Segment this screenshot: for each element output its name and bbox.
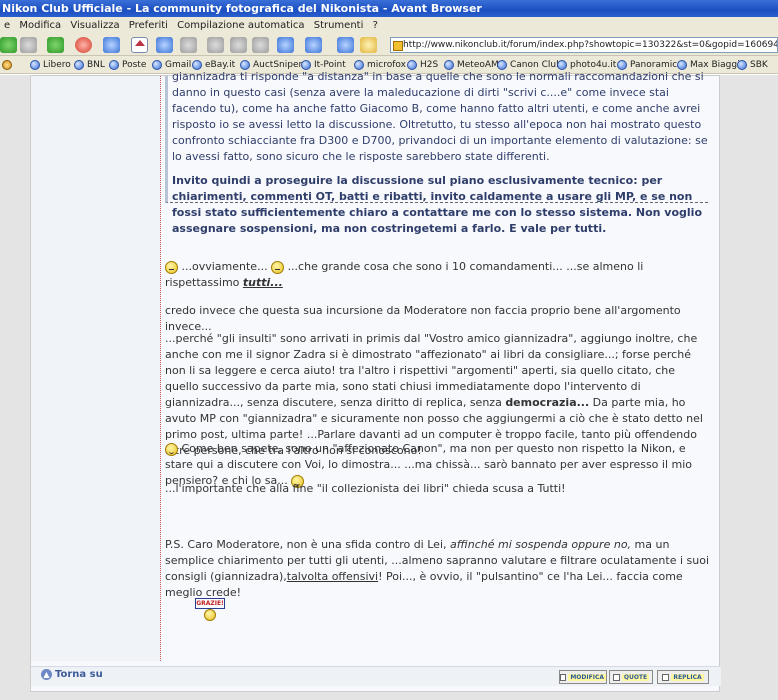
window-title: Nikon Club Ufficiale - La community foto… <box>0 0 778 17</box>
post-ps-italic: affinché mi sospenda oppure no, <box>450 538 632 551</box>
up-icon[interactable] <box>47 37 64 53</box>
reply-icon <box>662 673 670 681</box>
menu-bar: e Modifica Visualizza Preferiti Compilaz… <box>0 17 778 34</box>
post-paragraph-3: ...perché "gli insulti" sono arrivati in… <box>165 331 710 459</box>
resize-icon[interactable] <box>305 37 322 53</box>
post-emphasis-tutti: tutti... <box>242 276 283 289</box>
modifica-button[interactable]: MODIFICA <box>559 670 607 684</box>
forum-post: giannizadra ti risponde "a distanza" in … <box>30 70 721 692</box>
post-ps-text: P.S. Caro Moderatore, non è una sfida co… <box>165 538 447 551</box>
link-icon <box>152 60 162 70</box>
quote-warning: Invito quindi a proseguire la discussion… <box>172 174 703 235</box>
print-preview-icon[interactable] <box>230 37 247 53</box>
home-icon[interactable] <box>131 37 148 53</box>
window-icon[interactable] <box>277 37 294 53</box>
menu-file[interactable]: e <box>4 17 10 34</box>
link-icon <box>737 60 747 70</box>
stop-icon[interactable] <box>75 37 92 53</box>
post-ps: P.S. Caro Moderatore, non è una sfida co… <box>165 537 710 601</box>
grazie-emoticon: GRAZIE! <box>195 598 225 622</box>
moderator-quote: giannizadra ti risponde "a distanza" in … <box>165 70 708 235</box>
post-footer: ▲ Torna su MODIFICA QUOTE REPLICA <box>31 666 721 686</box>
page-icon[interactable] <box>360 37 377 53</box>
links-home-icon[interactable] <box>2 56 15 73</box>
refresh-icon[interactable] <box>103 37 120 53</box>
menu-help[interactable]: ? <box>373 17 378 34</box>
arrow-up-icon: ▲ <box>41 669 52 680</box>
menu-visualizza[interactable]: Visualizza <box>70 17 119 34</box>
page-viewport: giannizadra ti risponde "a distanza" in … <box>0 70 778 700</box>
reply-button[interactable]: REPLICA <box>657 670 709 684</box>
print-icon[interactable] <box>207 37 224 53</box>
menu-modifica[interactable]: Modifica <box>19 17 61 34</box>
toolbar: http://www.nikonclub.it/forum/index.php?… <box>0 34 778 56</box>
menu-compilazione[interactable]: Compilazione automatica <box>177 17 304 34</box>
post-line-1: ...ovviamente... ...che grande cosa che … <box>165 259 710 291</box>
quote-paragraph: giannizadra ti risponde "a distanza" in … <box>172 70 708 163</box>
back-to-top-link[interactable]: ▲ Torna su <box>41 669 103 680</box>
bookmark-icon[interactable] <box>180 37 197 53</box>
smiley-icon <box>271 260 285 274</box>
back-icon[interactable] <box>0 37 17 53</box>
link-icon <box>74 60 84 70</box>
forward-icon[interactable] <box>20 37 37 53</box>
back-to-top-label: Torna su <box>55 669 103 680</box>
smiley-icon <box>165 442 178 456</box>
post-ps-underline: talvolta offensivi <box>286 570 379 583</box>
cursor-icon[interactable] <box>337 37 354 53</box>
edit-icon <box>560 673 567 681</box>
link-libero[interactable]: Libero <box>30 56 71 73</box>
plus-icon <box>612 673 620 681</box>
post-paragraph-5: ...l'importante che alla fine "il collez… <box>165 482 566 495</box>
menu-strumenti[interactable]: Strumenti <box>314 17 364 34</box>
address-input[interactable]: http://www.nikonclub.it/forum/index.php?… <box>390 37 778 53</box>
link-icon <box>30 60 40 70</box>
post-author-column <box>31 76 161 661</box>
menu-preferiti[interactable]: Preferiti <box>129 17 168 34</box>
left-gutter <box>0 75 30 700</box>
column-divider <box>160 76 161 661</box>
smiley-icon <box>204 609 216 621</box>
trash-icon[interactable] <box>252 37 269 53</box>
link-bnl[interactable]: BNL <box>74 56 105 73</box>
right-gutter <box>720 75 778 700</box>
post-emphasis-democrazia: democrazia... <box>505 396 590 409</box>
history-icon[interactable] <box>156 37 173 53</box>
link-poste[interactable]: Poste <box>109 56 146 73</box>
quote-button[interactable]: QUOTE <box>609 670 653 684</box>
link-sbk[interactable]: SBK <box>737 56 768 73</box>
post-line-1-a: ...ovviamente... <box>181 260 268 273</box>
link-icon <box>109 60 119 70</box>
smiley-icon <box>165 260 178 274</box>
grazie-sign: GRAZIE! <box>195 598 225 609</box>
